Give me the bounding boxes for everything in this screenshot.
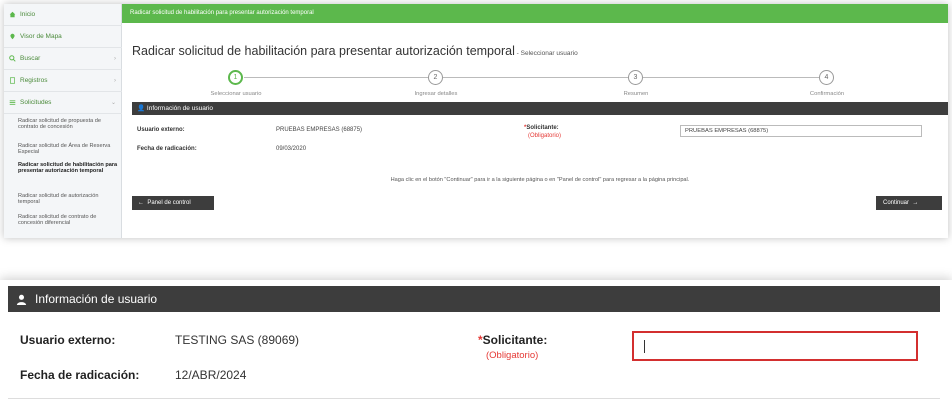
sidebar-item-label: Solicitudes bbox=[20, 99, 52, 106]
step-4-label: Confirmación bbox=[809, 91, 845, 97]
registry-icon bbox=[10, 77, 15, 84]
zoom-solicitante-label-text: Solicitante: bbox=[482, 333, 548, 347]
text-cursor bbox=[644, 340, 645, 353]
sidebar-item-inicio[interactable]: Inicio bbox=[4, 4, 122, 26]
zoom-solicitante-label: *Solicitante: bbox=[478, 333, 548, 347]
step-3-circle: 3 bbox=[628, 70, 643, 85]
page-title: Radicar solicitud de habilitación para p… bbox=[132, 44, 578, 58]
breadcrumb-bar: Radicar solicitud de habilitación para p… bbox=[122, 4, 948, 23]
menu-icon bbox=[9, 100, 16, 105]
stepper-line bbox=[643, 77, 819, 78]
panel-de-control-button[interactable]: ← Panel de control bbox=[132, 196, 214, 210]
zoom-fecha-radicacion-value: 12/ABR/2024 bbox=[175, 368, 247, 382]
instruction-note: Haga clic en el botón "Continuar" para i… bbox=[390, 177, 690, 183]
zoomed-user-info-panel: Información de usuario Usuario externo: … bbox=[0, 280, 952, 404]
sidebar-item-label: Visor de Mapa bbox=[20, 33, 62, 40]
usuario-externo-label: Usuario externo: bbox=[137, 127, 185, 133]
step-4-circle: 4 bbox=[819, 70, 834, 85]
user-icon: 👤 bbox=[137, 105, 147, 112]
map-pin-icon bbox=[10, 33, 15, 40]
zoom-obligatorio-hint: (Obligatorio) bbox=[486, 350, 539, 361]
user-info-header: 👤 Información de usuario bbox=[132, 102, 948, 115]
solicitante-input[interactable]: PRUEBAS EMPRESAS (68875) bbox=[680, 125, 922, 137]
zoom-user-info-header-text: Información de usuario bbox=[35, 292, 158, 306]
stepper-line bbox=[443, 77, 628, 78]
step-2-circle: 2 bbox=[428, 70, 443, 85]
solicitante-label-text: Solicitante: bbox=[526, 125, 559, 131]
step-1-label: Seleccionar usuario bbox=[210, 91, 262, 97]
stepper-line bbox=[244, 77, 428, 78]
home-icon bbox=[9, 11, 16, 18]
fecha-radicacion-label: Fecha de radicación: bbox=[137, 146, 197, 152]
step-1-circle: 1 bbox=[228, 70, 243, 85]
sidebar-item-registros[interactable]: Registros › bbox=[4, 70, 122, 92]
step-3-label: Resumen bbox=[623, 91, 649, 97]
search-icon bbox=[9, 55, 16, 62]
sidebar-item-visor-mapa[interactable]: Visor de Mapa bbox=[4, 26, 122, 48]
sidebar-item-solicitudes[interactable]: Solicitudes ⌄ bbox=[4, 92, 122, 114]
arrow-right-icon: → bbox=[909, 200, 919, 206]
panel-de-control-label: Panel de control bbox=[147, 200, 191, 206]
obligatorio-hint: (Obligatorio) bbox=[528, 133, 562, 139]
page-title-text: Radicar solicitud de habilitación para p… bbox=[132, 44, 515, 58]
step-2-label: Ingresar detalles bbox=[414, 91, 458, 97]
arrow-left-icon: ← bbox=[138, 200, 148, 206]
sidebar-subitem-area-reserva[interactable]: Radicar solicitud de Área de Reserva Esp… bbox=[18, 143, 118, 156]
sidebar-item-buscar[interactable]: Buscar › bbox=[4, 48, 122, 70]
user-info-header-text: Información de usuario bbox=[146, 105, 214, 112]
sidebar-subitem-habilitacion[interactable]: Radicar solicitud de habilitación para p… bbox=[18, 162, 118, 175]
solicitante-label: *Solicitante: bbox=[524, 125, 559, 131]
fecha-radicacion-value: 09/03/2020 bbox=[276, 146, 307, 152]
chevron-right-icon: › bbox=[114, 55, 116, 62]
zoom-usuario-externo-value: TESTING SAS (89069) bbox=[175, 333, 300, 347]
sidebar: Inicio Visor de Mapa Buscar › Registros … bbox=[4, 4, 122, 238]
chevron-down-icon: ⌄ bbox=[110, 100, 116, 106]
sidebar-subitem-contrato-diferencial[interactable]: Radicar solicitud de contrato de concesi… bbox=[18, 214, 118, 227]
sidebar-subitem-autorizacion-temporal[interactable]: Radicar solicitud de autorización tempor… bbox=[18, 193, 118, 206]
continuar-label: Continuar bbox=[883, 200, 910, 206]
zoom-fecha-radicacion-label: Fecha de radicación: bbox=[20, 368, 140, 382]
sidebar-item-label: Registros bbox=[20, 77, 48, 84]
continuar-button[interactable]: Continuar → bbox=[876, 196, 942, 210]
divider bbox=[8, 398, 940, 399]
sidebar-item-label: Inicio bbox=[20, 11, 36, 18]
zoom-user-info-header: Información de usuario bbox=[8, 286, 940, 312]
sidebar-item-label: Buscar bbox=[20, 55, 41, 62]
zoom-solicitante-input[interactable] bbox=[632, 331, 918, 361]
sidebar-subitem-propuesta-contrato[interactable]: Radicar solicitud de propuesta de contra… bbox=[18, 118, 118, 131]
application-screenshot: Inicio Visor de Mapa Buscar › Registros … bbox=[4, 4, 948, 238]
zoom-usuario-externo-label: Usuario externo: bbox=[20, 333, 116, 347]
usuario-externo-value: PRUEBAS EMPRESAS (68875) bbox=[276, 127, 363, 133]
page-subtitle: - Seleccionar usuario bbox=[514, 50, 578, 57]
chevron-right-icon: › bbox=[114, 77, 116, 84]
user-icon bbox=[16, 294, 27, 305]
